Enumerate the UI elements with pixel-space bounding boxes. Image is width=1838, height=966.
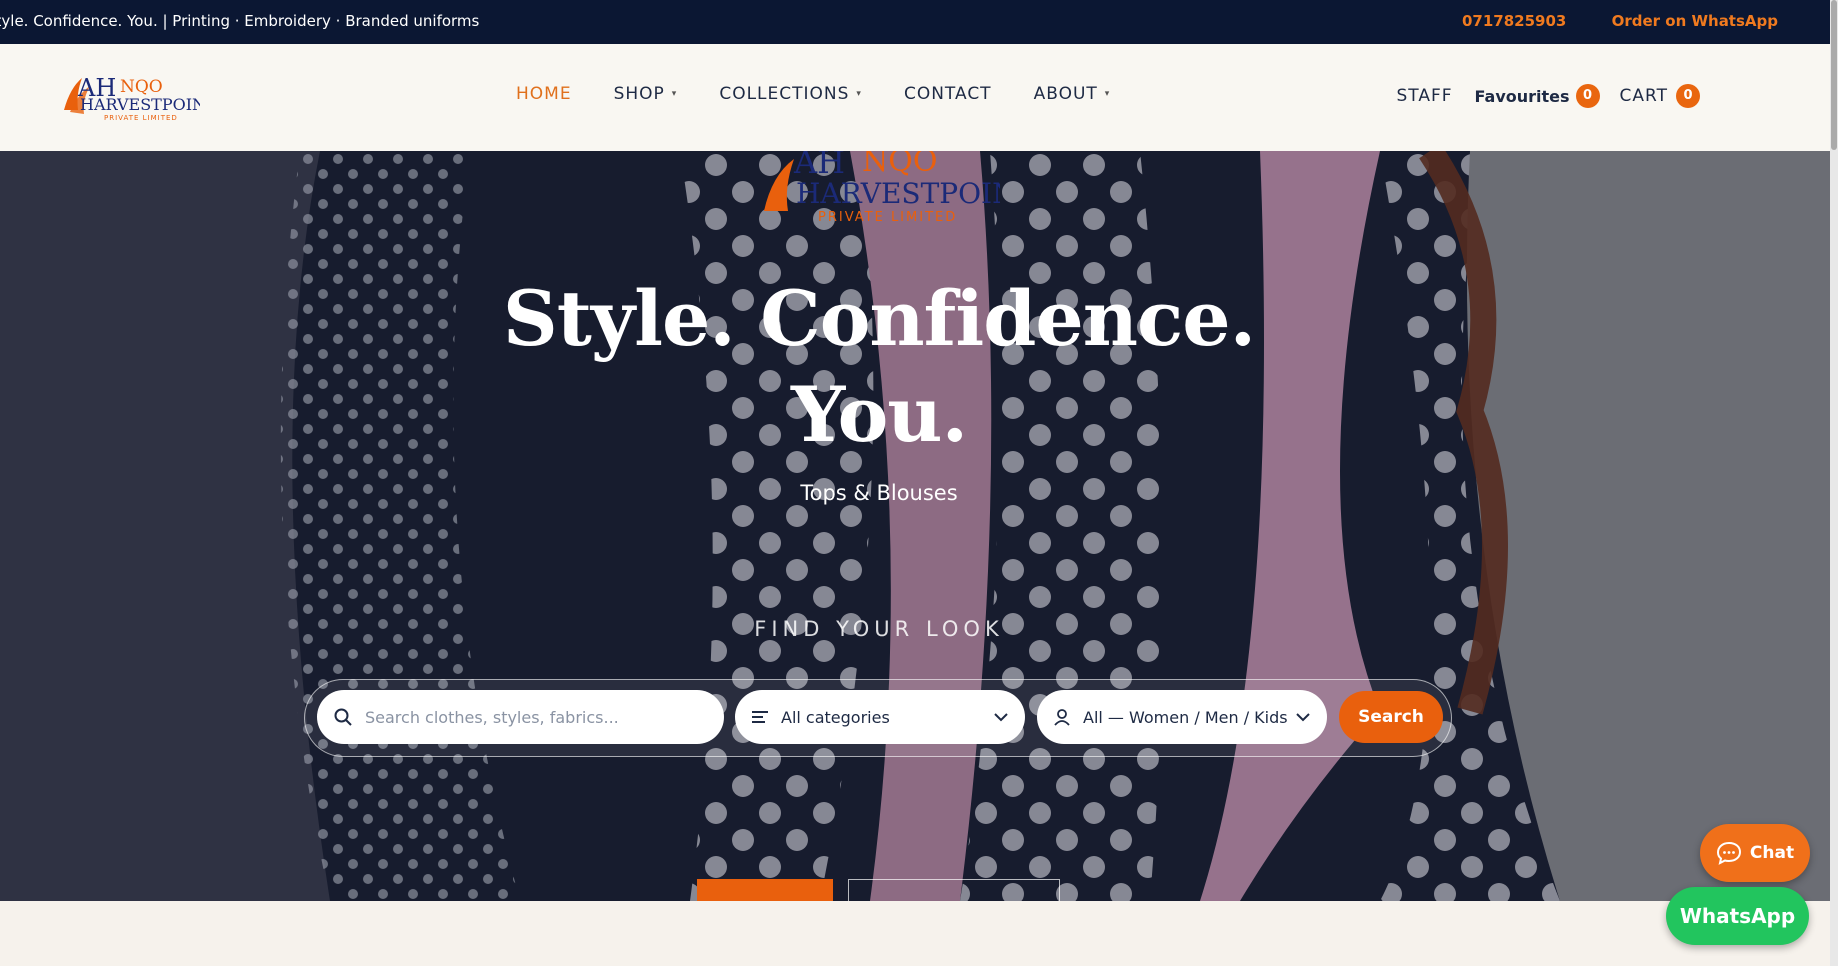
svg-text:HARVESTPOINT: HARVESTPOINT <box>796 177 1000 210</box>
category-select-value: All categories <box>781 707 890 727</box>
chevron-down-icon: ▾ <box>671 89 678 99</box>
nav-shop[interactable]: SHOP ▾ <box>614 84 678 104</box>
ticker-text: Style. Confidence. You. | Printing · Emb… <box>0 12 480 30</box>
nav-contact[interactable]: CONTACT <box>904 84 992 104</box>
favourites-link[interactable]: Favourites <box>1475 87 1570 106</box>
nav-contact-label: CONTACT <box>903 84 992 104</box>
whatsapp-button[interactable]: WhatsApp <box>1666 887 1809 945</box>
nav-about-label: ABOUT <box>1033 84 1098 104</box>
category-select[interactable]: All categories <box>735 690 1025 744</box>
find-your-look-label: FIND YOUR LOOK <box>754 617 1004 641</box>
header-actions: STAFF Favourites 0 CART 0 <box>1396 84 1700 108</box>
filter-lines-icon <box>752 711 768 723</box>
chevron-down-icon <box>994 713 1008 722</box>
chevron-down-icon <box>1296 713 1310 722</box>
nav-home[interactable]: HOME <box>516 84 572 104</box>
chat-bubble-icon <box>1716 841 1741 865</box>
nav-about[interactable]: ABOUT ▾ <box>1034 84 1111 104</box>
svg-text:NQO: NQO <box>120 77 163 97</box>
topbar-contacts: 0717825903 Order on WhatsApp <box>1422 0 1778 44</box>
main-nav: HOME SHOP ▾ COLLECTIONS ▾ CONTACT ABOUT ▾ <box>516 84 1152 104</box>
hero-primary-button[interactable] <box>697 879 833 901</box>
favourites-count-badge: 0 <box>1575 84 1600 108</box>
hero-overlay <box>0 151 1830 901</box>
person-icon <box>1054 709 1070 726</box>
staff-link[interactable]: STAFF <box>1396 86 1452 106</box>
hero-brand-logo: AH NQO HARVESTPOINT PRIVATE LIMITED <box>764 151 1000 225</box>
search-icon <box>334 708 352 726</box>
chat-button-label: Chat <box>1749 843 1795 863</box>
svg-text:NQO: NQO <box>862 151 937 179</box>
chat-button[interactable]: Chat <box>1700 824 1810 882</box>
page-scrollbar[interactable] <box>1830 0 1838 966</box>
nav-shop-label: SHOP <box>613 84 665 104</box>
search-placeholder: Search clothes, styles, fabrics... <box>365 707 619 727</box>
hero-title: Style. Confidence. You. <box>0 271 1758 463</box>
scrollbar-thumb[interactable] <box>1831 0 1837 150</box>
search-button[interactable]: Search <box>1339 691 1443 743</box>
nav-collections[interactable]: COLLECTIONS ▾ <box>719 84 862 104</box>
chevron-down-icon: ▾ <box>1104 89 1111 99</box>
audience-select[interactable]: All — Women / Men / Kids <box>1037 690 1327 744</box>
svg-text:PRIVATE LIMITED: PRIVATE LIMITED <box>104 114 178 122</box>
brand-logo[interactable]: AH NQO HARVESTPOINT PRIVATE LIMITED <box>60 70 200 126</box>
audience-select-value: All — Women / Men / Kids <box>1083 707 1288 727</box>
top-announcement-bar: Style. Confidence. You. | Printing · Emb… <box>0 0 1838 44</box>
nav-home-label: HOME <box>516 84 572 104</box>
hero-banner: AH NQO HARVESTPOINT PRIVATE LIMITED Styl… <box>0 151 1830 901</box>
search-bar: Search clothes, styles, fabrics... All c… <box>304 679 1452 757</box>
announcement-ticker: Style. Confidence. You. | Printing · Emb… <box>0 0 600 44</box>
hero-secondary-button[interactable] <box>848 879 1060 901</box>
site-header: AH NQO HARVESTPOINT PRIVATE LIMITED HOME… <box>0 44 1830 151</box>
hero-subtitle: Tops & Blouses <box>800 481 958 505</box>
hero-title-line1: Style. Confidence. <box>502 274 1256 363</box>
svg-text:HARVESTPOINT: HARVESTPOINT <box>80 95 200 114</box>
search-input[interactable]: Search clothes, styles, fabrics... <box>317 690 724 744</box>
order-whatsapp-link[interactable]: Order on WhatsApp <box>1612 12 1778 30</box>
chevron-down-icon: ▾ <box>856 89 862 99</box>
cart-link[interactable]: CART <box>1620 86 1668 106</box>
phone-link[interactable]: 0717825903 <box>1462 12 1566 30</box>
hero-title-line2: You. <box>790 370 968 459</box>
nav-collections-label: COLLECTIONS <box>719 84 850 104</box>
cart-count-badge: 0 <box>1676 84 1700 108</box>
svg-text:PRIVATE LIMITED: PRIVATE LIMITED <box>818 210 957 225</box>
